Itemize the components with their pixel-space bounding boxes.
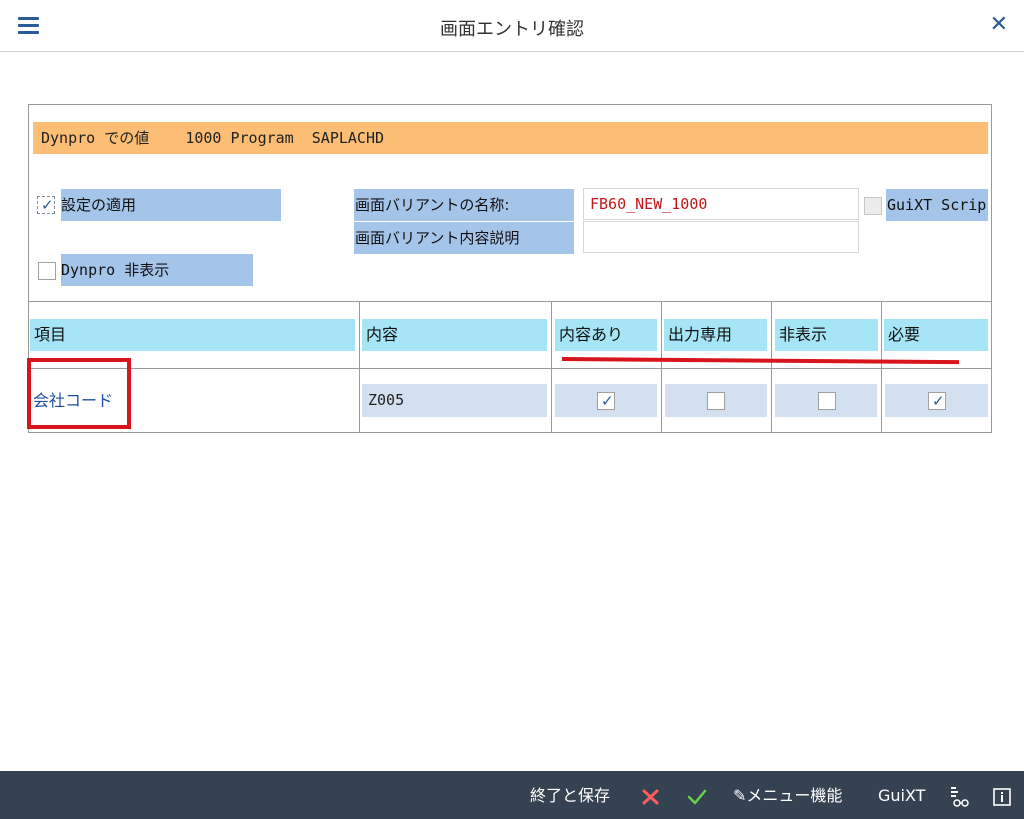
cancel-button[interactable] [641,771,661,819]
dynpro-hide-label: Dynpro 非表示 [61,254,253,286]
confirm-button[interactable] [686,771,708,819]
screen-tree-icon [951,786,969,807]
cancel-x-icon [642,789,659,804]
col-divider [881,301,882,433]
guixt-script-label: GuiXT Scrip [886,189,988,221]
close-icon[interactable]: ✕ [990,14,1008,36]
col-divider [771,301,772,433]
table-top-border [29,301,991,302]
header-required: 必要 [884,319,988,351]
apply-settings-label: 設定の適用 [61,189,281,221]
col-divider [551,301,552,433]
screen-variant-panel: Dynpro での値 1000 Program SAPLACHD ✓ 設定の適用… [28,104,992,433]
annotation-highlight-box [27,358,131,429]
info-button[interactable] [992,771,1012,819]
hidden-checkbox[interactable] [818,392,836,410]
header-item: 項目 [30,319,355,351]
table-row-divider [29,368,991,369]
dynpro-info-bar: Dynpro での値 1000 Program SAPLACHD [33,122,988,154]
checkmark-icon: ✓ [41,196,54,214]
content-value-cell: Z005 [362,384,547,417]
menu-functions-button[interactable]: ✎メニュー機能 [733,771,842,819]
guixt-button[interactable]: GuiXT [878,771,925,819]
checkmark-icon: ✓ [601,392,614,410]
info-icon [993,787,1011,806]
variant-name-label: 画面バリアントの名称: [354,189,574,221]
variant-desc-field[interactable] [583,221,859,253]
header-content: 内容 [362,319,547,351]
col-divider [359,301,360,433]
header-has-content: 内容あり [555,319,657,351]
header-hidden: 非表示 [775,319,878,351]
variant-desc-label: 画面バリアント内容説明 [354,222,574,254]
header-output-only: 出力専用 [664,319,767,351]
title-bar: 画面エントリ確認 ✕ [0,0,1024,52]
required-checkbox[interactable]: ✓ [928,392,946,410]
apply-settings-checkbox[interactable]: ✓ [37,196,55,214]
save-and-exit-button[interactable]: 終了と保存 [530,771,610,819]
variant-name-field[interactable]: FB60_NEW_1000 [583,188,859,220]
screen-hierarchy-button[interactable] [949,771,971,819]
has-content-checkbox[interactable]: ✓ [597,392,615,410]
dynpro-hide-checkbox[interactable] [38,262,56,280]
confirm-check-icon [687,789,707,804]
footer-toolbar: 終了と保存 ✎メニュー機能 GuiXT [0,771,1024,819]
checkmark-icon: ✓ [932,392,945,410]
output-only-checkbox[interactable] [707,392,725,410]
menu-functions-label: メニュー機能 [746,786,843,805]
window-title: 画面エントリ確認 [440,19,584,40]
guixt-script-checkbox[interactable] [864,197,882,215]
pencil-icon: ✎ [733,786,747,805]
col-divider [661,301,662,433]
